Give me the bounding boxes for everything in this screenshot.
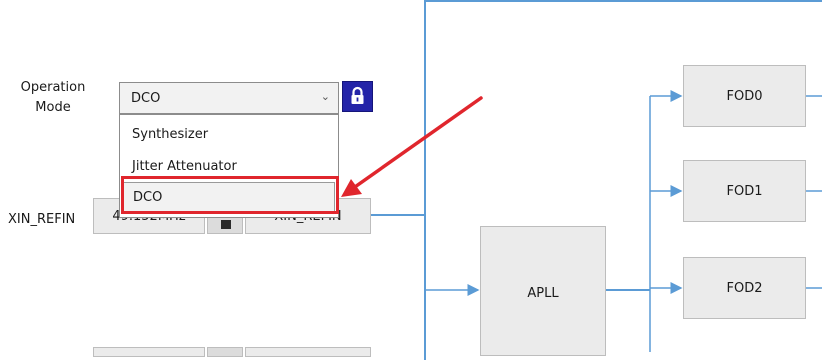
diagram-wires	[341, 90, 822, 352]
annotation-arrow-head	[341, 179, 362, 197]
annotation-arrow-shaft	[350, 96, 483, 191]
